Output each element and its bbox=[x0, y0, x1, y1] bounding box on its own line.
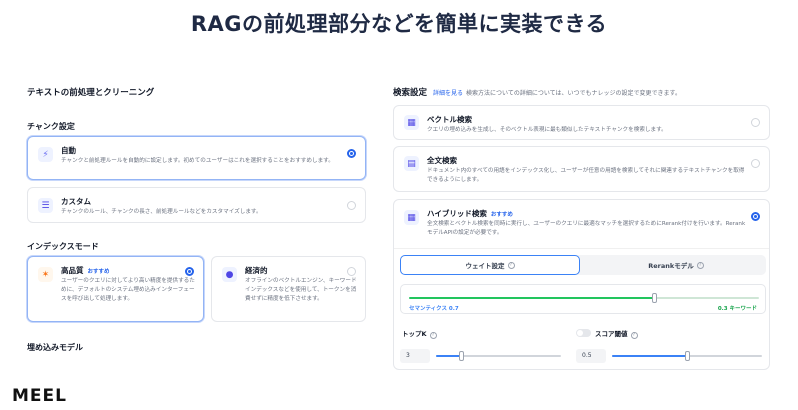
radio-unselected[interactable] bbox=[751, 159, 760, 168]
document-icon: ▤ bbox=[404, 156, 419, 171]
keyword-weight-label: 0.3 キーワード bbox=[717, 306, 757, 312]
score-slider-thumb[interactable] bbox=[685, 351, 690, 361]
brand-logo: MEEL bbox=[12, 386, 67, 406]
index-option-high-quality[interactable]: ✶ 高品質 おすすめ ユーザーのクエリに対してより高い精度を提供するために、デフォ… bbox=[27, 256, 204, 322]
search-settings-heading: 検索設定 bbox=[393, 88, 428, 98]
search-settings-hint: 検索方法についての詳細については、いつでもナレッジの設定で変更できます。 bbox=[466, 90, 681, 97]
radio-selected[interactable] bbox=[751, 212, 760, 221]
topk-input[interactable]: 3 bbox=[400, 349, 430, 363]
score-threshold-input[interactable]: 0.5 bbox=[576, 349, 606, 363]
score-threshold-toggle[interactable] bbox=[576, 329, 591, 337]
search-option-vector[interactable]: ▦ ベクトル検索 クエリの埋め込みを生成し、そのベクトル表現に最も類似したテキス… bbox=[393, 105, 770, 140]
help-icon: ? bbox=[429, 332, 437, 339]
radio-unselected[interactable] bbox=[751, 118, 760, 127]
option-description: チャンクと前処理ルールを自動的に設定します。初めてのユーザーはこれを選択すること… bbox=[61, 158, 334, 164]
semantic-track bbox=[409, 297, 654, 299]
option-title: カスタム bbox=[61, 197, 91, 206]
help-icon: ? bbox=[696, 261, 704, 269]
keyword-track bbox=[654, 297, 759, 299]
embedding-model-label: 埋め込みモデル bbox=[27, 343, 83, 352]
topk-label: トップK bbox=[402, 330, 427, 338]
option-title: 経済的 bbox=[245, 266, 268, 275]
weight-slider-thumb[interactable] bbox=[652, 293, 657, 303]
option-description: クエリの埋め込みを生成し、そのベクトル表現に最も類似したテキストチャンクを検索し… bbox=[427, 127, 667, 133]
divider bbox=[394, 248, 769, 249]
score-threshold-label: スコア閾値 bbox=[595, 330, 628, 338]
option-description: オフラインのベクトルエンジン、キーワードインデックスなどを使用して、トークンを消… bbox=[245, 278, 357, 302]
recommended-badge: おすすめ bbox=[87, 269, 110, 275]
topk-label-wrap: トップK? bbox=[402, 328, 437, 339]
radio-selected[interactable] bbox=[185, 267, 194, 276]
sparkle-icon: ⚡ bbox=[38, 147, 53, 162]
preprocess-title: テキストの前処理とクリーニング bbox=[27, 88, 155, 98]
help-icon: ? bbox=[630, 332, 638, 339]
option-title: 自動 bbox=[61, 146, 76, 155]
star-icon: ✶ bbox=[38, 267, 53, 282]
piggy-bank-icon: ● bbox=[222, 267, 237, 282]
radio-unselected[interactable] bbox=[347, 267, 356, 276]
sliders-icon: ☰ bbox=[38, 198, 53, 213]
help-icon: ? bbox=[507, 261, 515, 269]
option-title: 高品質 bbox=[61, 266, 84, 275]
chunk-option-auto[interactable]: ⚡ 自動 チャンクと前処理ルールを自動的に設定します。初めてのユーザーはこれを選… bbox=[27, 136, 366, 180]
option-title: ハイブリッド検索 bbox=[427, 209, 487, 218]
option-description: ユーザーのクエリに対してより高い精度を提供するために、デフォルトのシステム埋め込… bbox=[61, 278, 195, 302]
radio-selected[interactable] bbox=[347, 149, 356, 158]
topk-slider-thumb[interactable] bbox=[459, 351, 464, 361]
semantic-weight-label: セマンティクス 0.7 bbox=[409, 306, 459, 312]
search-option-hybrid[interactable]: ▦ ハイブリッド検索 おすすめ 全文検索とベクトル検索を同時に実行し、ユーザーのク… bbox=[393, 199, 770, 370]
learn-more-link[interactable]: 詳細を見る bbox=[433, 90, 463, 97]
topk-track-fill bbox=[436, 355, 461, 357]
search-option-fulltext[interactable]: ▤ 全文検索 ドキュメント内のすべての用語をインデックス化し、ユーザーが任意の用… bbox=[393, 146, 770, 192]
option-description: チャンクのルール、チャンクの長さ、前処理ルールなどをカスタマイズします。 bbox=[61, 209, 262, 215]
score-track-fill bbox=[612, 355, 687, 357]
score-label-wrap: スコア閾値? bbox=[595, 328, 638, 339]
page-headline: RAGの前処理部分などを簡単に実装できる bbox=[190, 12, 608, 36]
search-settings-title: 検索設定 詳細を見る 検索方法についての詳細については、いつでもナレッジの設定で変更… bbox=[393, 86, 681, 98]
index-mode-label: インデックスモード bbox=[27, 242, 99, 251]
tab-rerank-model[interactable]: Rerankモデル? bbox=[586, 255, 766, 275]
tab-weight-settings[interactable]: ウェイト設定? bbox=[400, 255, 580, 275]
grid-icon: ▦ bbox=[404, 210, 419, 225]
recommended-badge: おすすめ bbox=[490, 212, 513, 218]
option-title: ベクトル検索 bbox=[427, 115, 472, 124]
index-option-economic[interactable]: ● 経済的 オフラインのベクトルエンジン、キーワードインデックスなどを使用して、… bbox=[211, 256, 366, 322]
chunk-option-custom[interactable]: ☰ カスタム チャンクのルール、チャンクの長さ、前処理ルールなどをカスタマイズし… bbox=[27, 187, 366, 223]
vector-icon: ▦ bbox=[404, 115, 419, 130]
weight-slider-box: セマンティクス 0.7 0.3 キーワード bbox=[400, 284, 766, 314]
option-title: 全文検索 bbox=[427, 156, 457, 165]
option-description: 全文検索とベクトル検索を同時に実行し、ユーザーのクエリに最適なマッチを選択するた… bbox=[427, 221, 746, 236]
option-description: ドキュメント内のすべての用語をインデックス化し、ユーザーが任意の用語を検索してそ… bbox=[427, 168, 745, 183]
radio-unselected[interactable] bbox=[347, 201, 356, 210]
weight-tabbar: ウェイト設定? Rerankモデル? bbox=[400, 255, 766, 275]
chunk-settings-label: チャンク設定 bbox=[27, 122, 75, 131]
